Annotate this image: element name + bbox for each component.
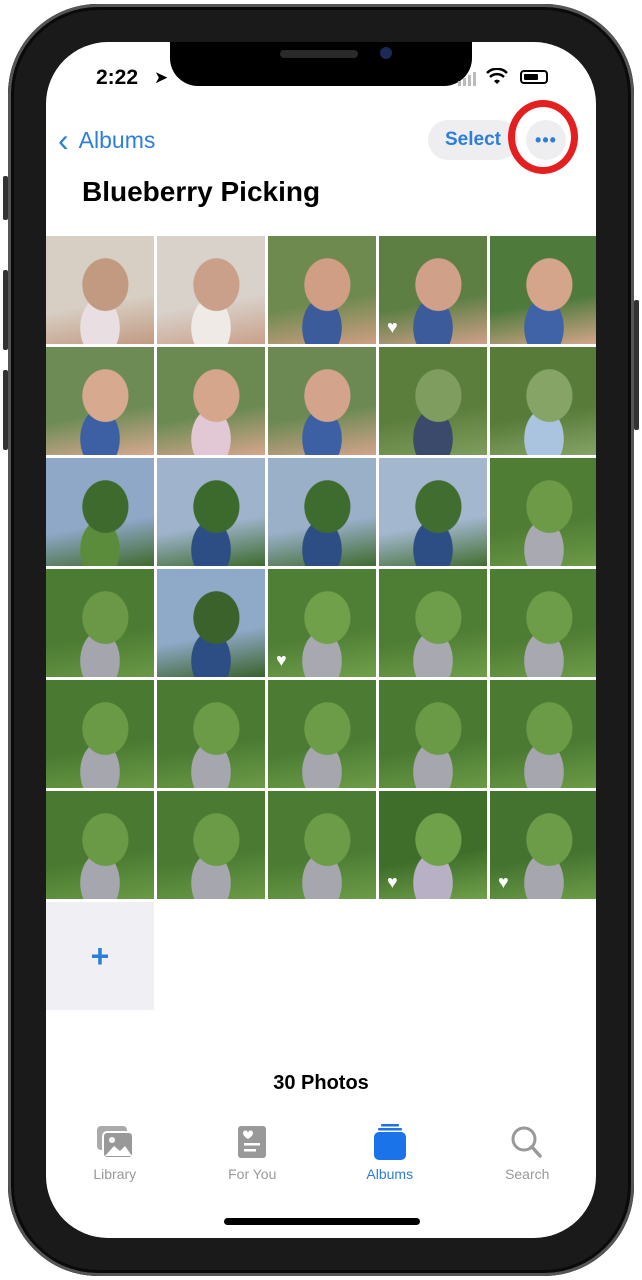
wifi-icon — [486, 67, 508, 91]
speaker — [280, 50, 358, 58]
chevron-left-icon: ‹ — [58, 122, 69, 158]
photo-thumbnail[interactable] — [268, 680, 376, 788]
photo-thumbnail[interactable] — [46, 236, 154, 344]
photo-thumbnail[interactable] — [490, 569, 596, 677]
for-you-icon — [232, 1124, 272, 1160]
back-label: Albums — [78, 126, 156, 153]
photo-thumbnail[interactable] — [46, 680, 154, 788]
photo-thumbnail[interactable] — [379, 569, 487, 677]
tab-for-you[interactable]: For You — [184, 1124, 322, 1182]
photo-thumbnail[interactable] — [490, 236, 596, 344]
status-time: 2:22 — [96, 66, 139, 89]
photo-library-icon — [95, 1124, 135, 1160]
photo-thumbnail[interactable] — [490, 458, 596, 566]
photo-thumbnail[interactable] — [379, 680, 487, 788]
volume-down-button — [3, 370, 8, 450]
tab-label: For You — [228, 1166, 277, 1182]
photo-thumbnail[interactable] — [46, 458, 154, 566]
photo-thumbnail[interactable] — [46, 347, 154, 455]
photo-thumbnail[interactable]: ♥ — [490, 791, 596, 899]
photo-count: 30 Photos — [273, 1072, 369, 1094]
photo-thumbnail[interactable] — [157, 791, 265, 899]
photo-thumbnail[interactable] — [157, 680, 265, 788]
albums-icon — [370, 1124, 410, 1160]
tab-albums[interactable]: Albums — [321, 1124, 459, 1182]
photo-thumbnail[interactable] — [157, 569, 265, 677]
select-button[interactable]: Select — [428, 120, 518, 160]
photo-thumbnail[interactable] — [268, 458, 376, 566]
add-photos-button[interactable]: + — [46, 902, 154, 1010]
location-arrow-icon: ➤ — [154, 68, 169, 87]
photo-thumbnail[interactable] — [268, 347, 376, 455]
photo-thumbnail[interactable]: ♥ — [379, 791, 487, 899]
tab-search[interactable]: Search — [459, 1124, 597, 1182]
front-camera — [380, 47, 392, 59]
screen: 2:22 ➤ ‹ Albums Select ••• Blueberry Pic… — [46, 42, 596, 1238]
volume-up-button — [3, 270, 8, 350]
photo-thumbnail[interactable] — [157, 458, 265, 566]
photo-thumbnail[interactable] — [379, 458, 487, 566]
favorite-heart-icon: ♥ — [498, 872, 509, 892]
search-icon — [507, 1124, 547, 1160]
photo-thumbnail[interactable] — [490, 347, 596, 455]
battery-icon — [520, 70, 548, 84]
photo-thumbnail[interactable]: ♥ — [268, 569, 376, 677]
photo-thumbnail[interactable] — [157, 347, 265, 455]
tab-label: Albums — [366, 1166, 414, 1182]
back-button[interactable]: ‹ Albums — [58, 124, 155, 156]
album-title: Blueberry Picking — [82, 176, 321, 207]
photo-grid: ♥ ♥ ♥ ♥ + — [46, 236, 596, 1010]
home-indicator[interactable] — [224, 1218, 420, 1225]
mute-switch — [3, 176, 8, 220]
highlight-circle — [508, 100, 578, 174]
favorite-heart-icon: ♥ — [276, 650, 287, 670]
notch — [170, 42, 472, 86]
tab-bar: Library For You Albums Search — [46, 1124, 596, 1182]
photo-thumbnail[interactable] — [379, 347, 487, 455]
side-button — [634, 300, 639, 430]
photo-thumbnail[interactable] — [46, 791, 154, 899]
tab-library[interactable]: Library — [46, 1124, 184, 1182]
photo-thumbnail[interactable] — [46, 569, 154, 677]
photo-thumbnail[interactable] — [157, 236, 265, 344]
signal-icon — [458, 72, 476, 86]
photo-thumbnail[interactable] — [490, 680, 596, 788]
photo-thumbnail[interactable] — [268, 791, 376, 899]
favorite-heart-icon: ♥ — [387, 872, 398, 892]
favorite-heart-icon: ♥ — [387, 317, 398, 337]
photo-thumbnail[interactable] — [268, 236, 376, 344]
photo-thumbnail[interactable]: ♥ — [379, 236, 487, 344]
tab-label: Search — [505, 1166, 550, 1182]
tab-label: Library — [93, 1166, 137, 1182]
